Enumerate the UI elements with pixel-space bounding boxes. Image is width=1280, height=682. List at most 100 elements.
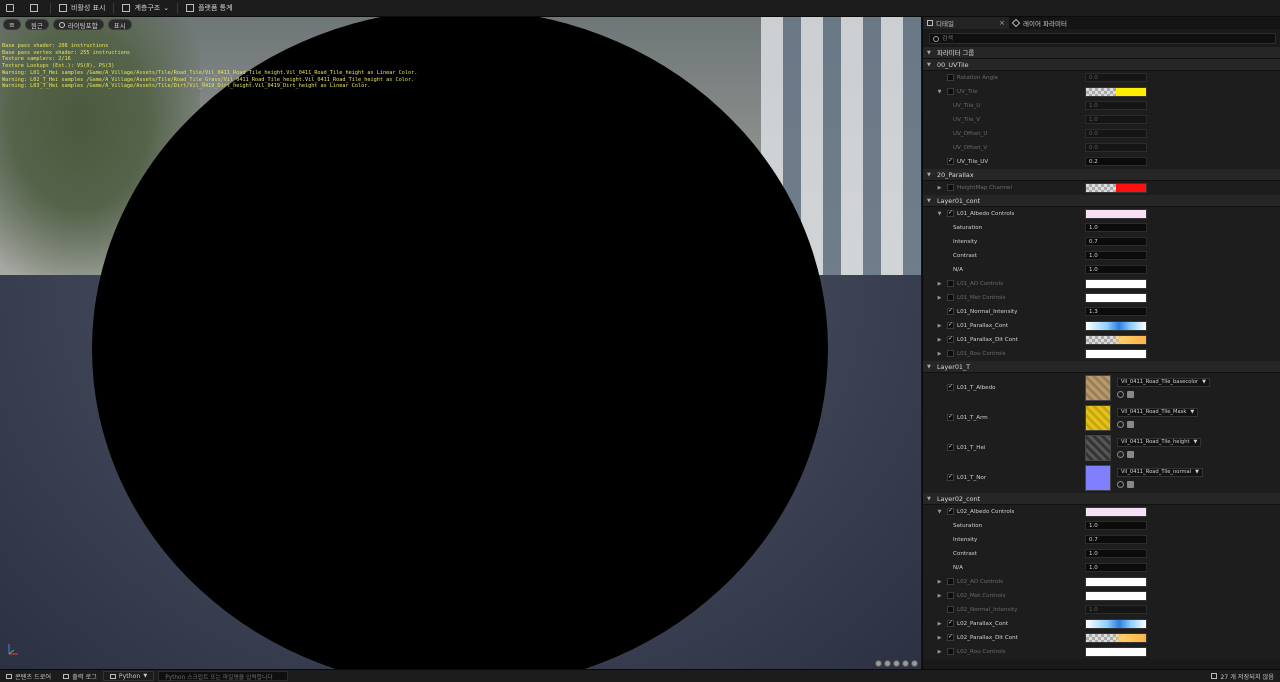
parameter-override-checkbox[interactable]: [947, 280, 954, 287]
scalar-value-field[interactable]: 1.0: [1085, 605, 1147, 614]
parameter-override-checkbox[interactable]: [947, 307, 954, 315]
parameter-override-checkbox[interactable]: [947, 633, 954, 641]
parameter-override-checkbox[interactable]: [947, 443, 954, 451]
group-header[interactable]: ▼ Layer01_cont: [923, 195, 1280, 207]
chevron-right-icon[interactable]: ▶: [936, 621, 943, 627]
texture-asset-dropdown[interactable]: Vil_0411_Road_Tile_normal ▼: [1117, 467, 1204, 477]
search-input[interactable]: [942, 35, 1242, 42]
sphere-shape-icon[interactable]: [884, 660, 891, 667]
cmd-type-dropdown[interactable]: Python ▼: [102, 671, 155, 681]
parameter-override-checkbox[interactable]: [947, 157, 954, 165]
browse-folder-icon[interactable]: [1127, 420, 1134, 428]
output-log-button[interactable]: 출력 로그: [57, 670, 103, 682]
chevron-right-icon[interactable]: ▶: [936, 185, 943, 191]
color-swatch[interactable]: [1085, 646, 1147, 657]
use-selected-icon[interactable]: [1117, 420, 1124, 428]
custom-mesh-icon[interactable]: [911, 660, 918, 667]
parameter-override-checkbox[interactable]: [947, 350, 954, 357]
chevron-right-icon[interactable]: ▶: [936, 593, 943, 599]
texture-asset-dropdown[interactable]: Vil_0411_Road_Tile_Mask ▼: [1117, 407, 1199, 417]
scalar-value-field[interactable]: 0.0: [1085, 129, 1147, 138]
scalar-value-field[interactable]: 1.0: [1085, 101, 1147, 110]
texture-thumbnail[interactable]: [1085, 464, 1111, 491]
scalar-value-field[interactable]: 1.0: [1085, 521, 1147, 530]
color-swatch[interactable]: [1085, 618, 1147, 629]
parameter-group-header[interactable]: ▼ 파라미터 그룹: [923, 47, 1280, 59]
viewport-menu-button[interactable]: ≡: [3, 19, 21, 30]
chevron-down-icon[interactable]: ▼: [936, 509, 943, 515]
parameter-override-checkbox[interactable]: [947, 335, 954, 343]
view-mode-button[interactable]: 라이팅포함: [52, 19, 104, 30]
use-selected-icon[interactable]: [1117, 480, 1124, 488]
content-drawer-button[interactable]: 콘텐츠 드로어: [0, 670, 57, 682]
material-preview-viewport[interactable]: ≡ 원근 라이팅포함 표시 Base pass shader: 208 inst…: [0, 17, 921, 669]
group-header[interactable]: ▼ Layer01_T: [923, 361, 1280, 373]
save-button[interactable]: [0, 0, 24, 17]
chevron-right-icon[interactable]: ▶: [936, 323, 943, 329]
console-input[interactable]: Python 스크립트 또는 파일명을 입력합니다: [158, 671, 289, 681]
chevron-right-icon[interactable]: ▶: [936, 281, 943, 287]
scalar-value-field[interactable]: 1.0: [1085, 265, 1147, 274]
group-header[interactable]: ▼ Layer02_cont: [923, 493, 1280, 505]
toolbar-item-0[interactable]: 비활성 표시: [53, 0, 111, 17]
color-swatch[interactable]: [1085, 292, 1147, 303]
scalar-value-field[interactable]: 0.7: [1085, 237, 1147, 246]
browse-folder-icon[interactable]: [1127, 450, 1134, 458]
texture-asset-dropdown[interactable]: Vil_0411_Road_Tile_height ▼: [1117, 437, 1202, 447]
parameter-override-checkbox[interactable]: [947, 184, 954, 191]
color-swatch[interactable]: [1085, 278, 1147, 289]
browse-folder-icon[interactable]: [1127, 480, 1134, 488]
toolbar-item-2[interactable]: 플랫폼 통계: [180, 0, 238, 17]
parameter-override-checkbox[interactable]: [947, 413, 954, 421]
chevron-down-icon[interactable]: ▼: [936, 211, 943, 217]
close-icon[interactable]: ×: [999, 19, 1005, 27]
perspective-button[interactable]: 원근: [24, 19, 49, 30]
parameter-override-checkbox[interactable]: [947, 507, 954, 515]
color-swatch[interactable]: [1085, 632, 1147, 643]
parameter-override-checkbox[interactable]: [947, 473, 954, 481]
chevron-right-icon[interactable]: ▶: [936, 649, 943, 655]
scalar-value-field[interactable]: 0.0: [1085, 143, 1147, 152]
scalar-value-field[interactable]: 1.0: [1085, 251, 1147, 260]
parameter-override-checkbox[interactable]: [947, 383, 954, 391]
color-swatch[interactable]: [1085, 576, 1147, 587]
parameter-override-checkbox[interactable]: [947, 648, 954, 655]
color-swatch[interactable]: [1085, 348, 1147, 359]
parameter-override-checkbox[interactable]: [947, 606, 954, 613]
toolbar-item-1[interactable]: 계층구조 ⌄: [116, 0, 175, 17]
color-swatch[interactable]: [1085, 182, 1147, 193]
color-swatch[interactable]: [1085, 590, 1147, 601]
texture-asset-dropdown[interactable]: Vil_0411_Road_Tile_basecolor ▼: [1117, 377, 1210, 387]
scalar-value-field[interactable]: 1.0: [1085, 549, 1147, 558]
texture-thumbnail[interactable]: [1085, 374, 1111, 401]
chevron-right-icon[interactable]: ▶: [936, 295, 943, 301]
use-selected-icon[interactable]: [1117, 450, 1124, 458]
scalar-value-field[interactable]: 1.0: [1085, 563, 1147, 572]
parameter-override-checkbox[interactable]: [947, 321, 954, 329]
texture-thumbnail[interactable]: [1085, 404, 1111, 431]
chevron-down-icon[interactable]: ▼: [936, 89, 943, 95]
color-swatch[interactable]: [1085, 208, 1147, 219]
texture-thumbnail[interactable]: [1085, 434, 1111, 461]
tab-layer-parameters[interactable]: 레이어 파라미터: [1009, 17, 1095, 29]
parameter-override-checkbox[interactable]: [947, 88, 954, 95]
scalar-value-field[interactable]: 1.0: [1085, 223, 1147, 232]
color-swatch[interactable]: [1085, 320, 1147, 331]
cube-shape-icon[interactable]: [902, 660, 909, 667]
parameter-override-checkbox[interactable]: [947, 578, 954, 585]
scalar-value-field[interactable]: 1.0: [1085, 115, 1147, 124]
color-swatch[interactable]: [1085, 334, 1147, 345]
browse-button[interactable]: [24, 0, 48, 17]
parameter-override-checkbox[interactable]: [947, 74, 954, 81]
chevron-right-icon[interactable]: ▶: [936, 351, 943, 357]
group-header[interactable]: ▼ 20_Parallax: [923, 169, 1280, 181]
parameter-override-checkbox[interactable]: [947, 294, 954, 301]
parameter-override-checkbox[interactable]: [947, 209, 954, 217]
scalar-value-field[interactable]: 1.3: [1085, 307, 1147, 316]
parameter-override-checkbox[interactable]: [947, 592, 954, 599]
color-swatch[interactable]: [1085, 506, 1147, 517]
chevron-right-icon[interactable]: ▶: [936, 337, 943, 343]
chevron-right-icon[interactable]: ▶: [936, 635, 943, 641]
color-swatch[interactable]: [1085, 86, 1147, 97]
plane-shape-icon[interactable]: [893, 660, 900, 667]
